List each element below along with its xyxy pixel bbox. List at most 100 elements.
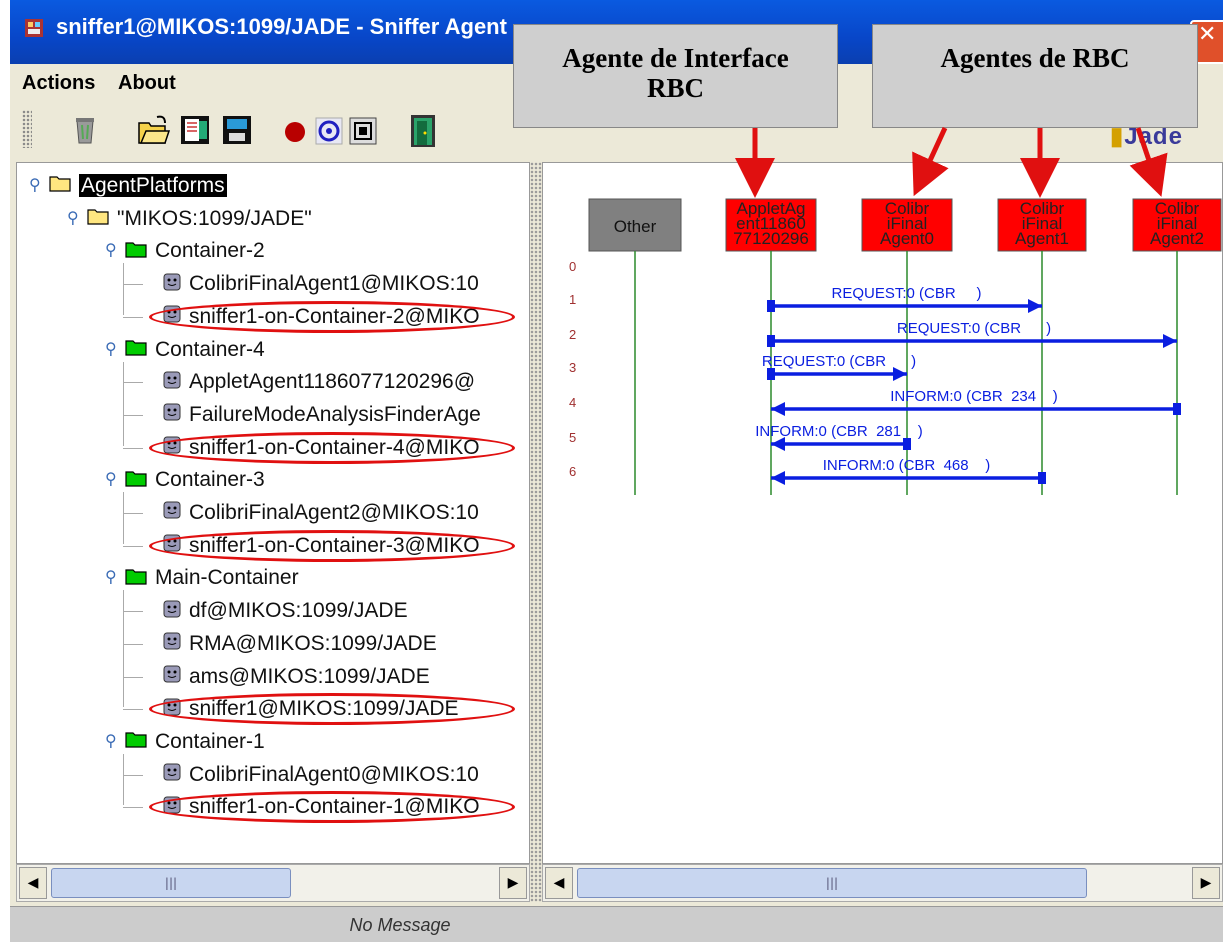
container-folder-icon — [125, 335, 147, 365]
tree-platform-node[interactable]: "MIKOS:1099/JADE" — [87, 204, 312, 234]
tree-container-node[interactable]: Container-1 — [125, 727, 265, 757]
scrollbar-thumb[interactable]: ||| — [51, 868, 291, 898]
highlight-oval — [149, 693, 515, 726]
agent-icon — [163, 368, 181, 398]
folder-icon — [49, 171, 71, 201]
write-button[interactable] — [176, 110, 212, 148]
clear-canvas-button[interactable] — [66, 110, 102, 148]
tree-expand-handle-icon[interactable]: ⚲ — [105, 731, 117, 750]
tree-node-label: ColibriFinalAgent2@MIKOS:10 — [189, 501, 479, 524]
save-disk-icon — [223, 116, 251, 144]
toolbar-grip[interactable] — [22, 110, 32, 148]
agent-icon — [163, 400, 181, 430]
tree-agent-node[interactable]: FailureModeAnalysisFinderAge — [163, 400, 481, 430]
tree-connector — [123, 414, 143, 416]
row-number: 4 — [569, 395, 576, 410]
message-label: INFORM:0 (CBR 281 ) — [755, 423, 923, 440]
container-folder-icon — [125, 564, 147, 594]
agent-name-line: Agent2 — [1150, 229, 1204, 248]
menu-actions[interactable]: Actions — [22, 72, 95, 95]
message-source-marker — [1038, 472, 1046, 484]
tree-connector — [123, 316, 143, 318]
message-arrow[interactable]: INFORM:0 (CBR 234 ) — [771, 388, 1181, 416]
agent-lifeline-2[interactable]: ColibriFinalAgent0 — [861, 198, 953, 495]
message-arrow[interactable]: REQUEST:0 (CBR ) — [767, 320, 1177, 348]
agent-icon — [163, 597, 181, 627]
record-icon — [285, 122, 305, 142]
tree-agent-node[interactable]: ColibriFinalAgent2@MIKOS:10 — [163, 498, 479, 528]
tree-agent-node[interactable]: RMA@MIKOS:1099/JADE — [163, 629, 437, 659]
message-source-marker — [767, 335, 775, 347]
diagram-horizontal-scrollbar[interactable]: ◀ ||| ▶ — [542, 864, 1223, 902]
tree-container-node[interactable]: Container-3 — [125, 465, 265, 495]
start-sniffing-button[interactable] — [276, 110, 312, 148]
tree-agent-node[interactable]: ColibriFinalAgent1@MIKOS:10 — [163, 269, 479, 299]
tree-node-label: AgentPlatforms — [79, 174, 227, 197]
clear-canvas-icon — [76, 118, 94, 144]
message-label: REQUEST:0 (CBR ) — [831, 285, 981, 302]
tree-expand-handle-icon[interactable]: ⚲ — [105, 339, 117, 358]
tree-node-label: ams@MIKOS:1099/JADE — [189, 664, 430, 688]
agent-icon — [163, 760, 181, 790]
tree-connector — [123, 284, 143, 286]
show-only-button[interactable] — [344, 110, 380, 148]
tree-connector — [123, 753, 124, 806]
tree-connector — [123, 643, 143, 645]
agent-icon — [163, 629, 181, 659]
scrollbar-thumb[interactable]: ||| — [577, 868, 1087, 898]
arrowhead-icon — [1028, 299, 1042, 313]
message-arrow[interactable]: REQUEST:0 (CBR ) — [762, 353, 916, 381]
tree-node-label: Container-3 — [155, 468, 265, 492]
split-pane-divider[interactable] — [530, 162, 542, 902]
menu-about[interactable]: About — [118, 72, 176, 95]
tree-agent-node[interactable]: ColibriFinalAgent0@MIKOS:10 — [163, 760, 479, 790]
message-arrow[interactable]: REQUEST:0 (CBR ) — [767, 285, 1042, 313]
tree-container-node[interactable]: Main-Container — [125, 563, 299, 593]
callout-rbc-label: Agentes de RBC — [940, 43, 1130, 73]
sniff-agent-button[interactable] — [310, 110, 346, 148]
sniffer-diagram-panel[interactable]: Other AppletAg ent11860 77120296 Colibr iFina… — [542, 162, 1223, 864]
tree-node-label: FailureModeAnalysisFinderAge — [189, 402, 481, 426]
highlight-oval — [149, 431, 515, 464]
tree-agent-node[interactable]: ams@MIKOS:1099/JADE — [163, 662, 430, 692]
tree-expand-handle-icon[interactable]: ⚲ — [67, 208, 79, 227]
tree-container-node[interactable]: Container-2 — [125, 236, 265, 266]
tree-expand-handle-icon[interactable]: ⚲ — [105, 240, 117, 259]
tree-connector — [123, 590, 124, 708]
tree-root-agentplatforms[interactable]: AgentPlatforms — [49, 171, 227, 201]
tree-expand-handle-icon[interactable]: ⚲ — [105, 469, 117, 488]
agent-tree-panel[interactable]: ⚲ AgentPlatforms ⚲ "MIKOS:1099/JADE" ⚲ Contai… — [16, 162, 530, 864]
tree-node-label: RMA@MIKOS:1099/JADE — [189, 631, 437, 655]
tree-expand-handle-icon[interactable]: ⚲ — [29, 175, 41, 194]
scroll-right-icon[interactable]: ▶ — [499, 867, 527, 899]
callout-interface-label: Agente de Interface RBC — [562, 43, 789, 103]
agent-icon — [163, 270, 181, 300]
exit-door-icon — [411, 115, 435, 147]
message-arrow[interactable]: INFORM:0 (CBR 468 ) — [771, 457, 1046, 485]
container-folder-icon — [125, 466, 147, 496]
agent-lifeline-0[interactable]: Other — [588, 198, 682, 495]
message-arrow[interactable]: INFORM:0 (CBR 281 ) — [755, 423, 923, 451]
scroll-right-icon[interactable]: ▶ — [1192, 867, 1220, 899]
agent-lifeline-4[interactable]: ColibriFinalAgent2 — [1132, 198, 1222, 495]
open-button[interactable] — [134, 110, 171, 148]
tree-horizontal-scrollbar[interactable]: ◀ ||| ▶ — [16, 864, 530, 902]
tree-container-node[interactable]: Container-4 — [125, 335, 265, 365]
arrowhead-icon — [1163, 334, 1177, 348]
exit-button[interactable] — [404, 110, 440, 148]
window-title: sniffer1@MIKOS:1099/JADE - Sniffer Agent — [56, 14, 507, 39]
tree-expand-handle-icon[interactable]: ⚲ — [105, 567, 117, 586]
tree-agent-node[interactable]: df@MIKOS:1099/JADE — [163, 596, 408, 626]
callout-rbc-agents: Agentes de RBC — [872, 24, 1198, 128]
tree-node-label: Main-Container — [155, 566, 299, 590]
agent-name-line: Agent0 — [880, 229, 934, 248]
scroll-left-icon[interactable]: ◀ — [545, 867, 573, 899]
tree-connector — [123, 263, 124, 315]
tree-agent-node[interactable]: AppletAgent1186077120296@ — [163, 367, 475, 397]
message-sequence-diagram: OtherAppletAgent1186077120296ColibriFina… — [569, 198, 1222, 495]
save-button[interactable] — [218, 110, 254, 148]
tree-connector — [123, 361, 124, 446]
status-bar: No Message — [10, 906, 1223, 942]
scroll-left-icon[interactable]: ◀ — [19, 867, 47, 899]
agent-lifeline-3[interactable]: ColibriFinalAgent1 — [997, 198, 1087, 495]
